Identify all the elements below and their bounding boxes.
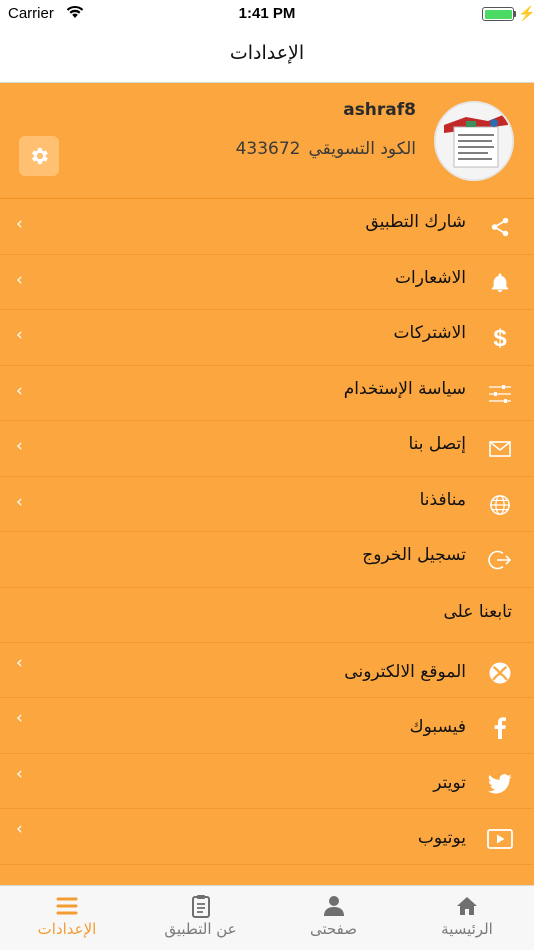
menu-item-label: تويتر bbox=[433, 772, 466, 793]
menu-item-website[interactable]: الموقع الالكترونى ‹ bbox=[0, 643, 534, 698]
tab-bar: الرئيسية صفحتى عن التطبيق الإعدادات bbox=[0, 885, 534, 950]
chevron-left-icon: ‹ bbox=[16, 325, 23, 345]
menu-item-label: يوتيوب bbox=[417, 828, 466, 848]
home-icon bbox=[457, 897, 477, 915]
youtube-icon bbox=[486, 825, 514, 853]
menu-item-facebook[interactable]: فيسبوك ‹ bbox=[0, 698, 534, 754]
menu-item-twitter[interactable]: تويتر ‹ bbox=[0, 754, 534, 809]
person-icon bbox=[323, 896, 344, 916]
marketing-code-value: 433672 bbox=[235, 139, 301, 159]
chevron-left-icon: ‹ bbox=[16, 380, 23, 401]
menu-item-label: شارك التطبيق bbox=[365, 212, 466, 232]
menu-item-label: إتصل بنا bbox=[408, 434, 466, 454]
settings-screen: Carrier 1:41 PM ⚡ الإعدادات ashraf8 الكو… bbox=[0, 0, 534, 950]
profile-settings-button[interactable] bbox=[19, 136, 59, 176]
tab-about[interactable]: عن التطبيق bbox=[134, 886, 267, 950]
share-icon bbox=[486, 213, 514, 241]
menu-item-label: منافذنا bbox=[419, 489, 466, 510]
menu-icon bbox=[56, 897, 78, 915]
navigation-bar: الإعدادات bbox=[0, 28, 534, 83]
menu-item-label: الموقع الالكترونى bbox=[344, 661, 466, 682]
profile-header: ashraf8 الكود التسويقي 433672 bbox=[0, 83, 534, 199]
chevron-left-icon: ‹ bbox=[16, 214, 23, 234]
clipboard-icon bbox=[191, 895, 210, 918]
tab-label: عن التطبيق bbox=[164, 920, 237, 938]
xbox-icon bbox=[486, 659, 514, 687]
logout-icon bbox=[486, 546, 514, 574]
bell-icon bbox=[486, 269, 514, 297]
mail-icon bbox=[486, 435, 514, 463]
section-title: تابعنا على bbox=[443, 601, 513, 622]
tab-label: الإعدادات bbox=[37, 920, 97, 938]
chevron-left-icon: ‹ bbox=[16, 763, 23, 784]
menu-item-outlets[interactable]: منافذنا ‹ bbox=[0, 477, 534, 532]
follow-us-header: تابعنا على bbox=[0, 588, 534, 643]
chevron-left-icon: ‹ bbox=[16, 436, 23, 456]
menu-item-logout[interactable]: تسجيل الخروج bbox=[0, 532, 534, 588]
menu-item-subscriptions[interactable]: الاشتركات $ ‹ bbox=[0, 310, 534, 366]
svg-text:$: $ bbox=[493, 325, 507, 351]
battery-tip bbox=[514, 11, 516, 17]
twitter-icon bbox=[486, 770, 514, 798]
avatar[interactable] bbox=[434, 101, 514, 181]
chevron-left-icon: ‹ bbox=[16, 708, 23, 728]
menu-item-label: سياسة الإستخدام bbox=[343, 378, 466, 399]
marketing-code-label: الكود التسويقي bbox=[308, 139, 416, 159]
status-time: 1:41 PM bbox=[238, 5, 296, 22]
menu-item-terms[interactable]: سياسة الإستخدام ‹ bbox=[0, 366, 534, 421]
facebook-icon bbox=[486, 714, 514, 742]
menu-item-share[interactable]: شارك التطبيق ‹ bbox=[0, 199, 534, 255]
chevron-left-icon: ‹ bbox=[16, 269, 23, 290]
menu-item-label: الاشتركات bbox=[393, 323, 466, 343]
menu-item-notifications[interactable]: الاشعارات ‹ bbox=[0, 255, 534, 310]
tab-label: صفحتى bbox=[309, 920, 358, 938]
charging-icon: ⚡ bbox=[518, 5, 534, 21]
tab-label: الرئيسية bbox=[441, 920, 493, 938]
menu-item-contact[interactable]: إتصل بنا ‹ bbox=[0, 421, 534, 477]
menu-item-youtube[interactable]: يوتيوب ‹ bbox=[0, 809, 534, 865]
page-title: الإعدادات bbox=[229, 42, 305, 64]
settings-menu: شارك التطبيق ‹ الاشعارات ‹ الاشتركات $ ‹… bbox=[0, 199, 534, 865]
sliders-icon bbox=[486, 380, 514, 408]
status-bar: Carrier 1:41 PM ⚡ bbox=[0, 0, 534, 28]
battery-icon bbox=[482, 7, 514, 21]
globe-icon bbox=[486, 491, 514, 519]
tab-settings[interactable]: الإعدادات bbox=[0, 886, 134, 950]
tab-my-page[interactable]: صفحتى bbox=[267, 886, 400, 950]
dollar-icon: $ bbox=[486, 324, 514, 352]
chevron-left-icon: ‹ bbox=[16, 491, 23, 512]
chevron-left-icon: ‹ bbox=[16, 819, 23, 839]
username: ashraf8 bbox=[343, 100, 416, 120]
menu-item-label: تسجيل الخروج bbox=[362, 545, 466, 565]
menu-item-label: فيسبوك bbox=[409, 717, 466, 737]
chevron-left-icon: ‹ bbox=[16, 652, 23, 673]
gear-icon bbox=[32, 147, 48, 165]
tab-home[interactable]: الرئيسية bbox=[400, 886, 534, 950]
menu-item-label: الاشعارات bbox=[395, 267, 466, 288]
marketing-code: الكود التسويقي 433672 bbox=[236, 139, 416, 159]
